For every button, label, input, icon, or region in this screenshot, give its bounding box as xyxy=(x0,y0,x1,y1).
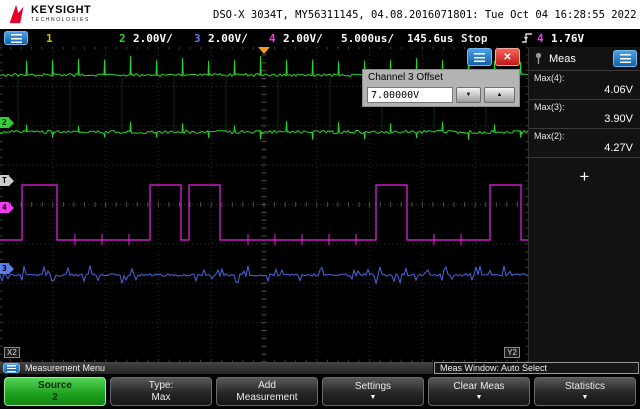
channel-bar: 1 2 2.00V/ 3 2.00V/ 4 2.00V/ 5.000us/ 14… xyxy=(0,29,640,47)
system-title: DSO-X 3034T, MY56311145, 04.08.201607180… xyxy=(213,9,637,21)
dialog-input-row: 7.00000V ▼ ▲ xyxy=(367,87,515,103)
trigger-source-label[interactable]: 4 xyxy=(537,32,544,45)
status-row: Measurement Menu Meas Window: Auto Selec… xyxy=(0,362,640,374)
channel2-marker-label: 2 xyxy=(0,117,9,128)
menu-title-menu-button[interactable] xyxy=(3,363,20,373)
sidebar-menu-button[interactable] xyxy=(613,50,637,67)
trigger-level-marker[interactable]: T xyxy=(0,175,14,186)
softkey-add-measurement[interactable]: Add Measurement xyxy=(216,377,318,406)
meas-window-indicator[interactable]: Meas Window: Auto Select xyxy=(434,362,639,374)
menu-title: Measurement Menu xyxy=(25,363,106,373)
softkey-source[interactable]: Source 2 xyxy=(4,377,106,406)
sidebar-header: Meas xyxy=(529,47,640,71)
keysight-logo xyxy=(9,4,24,24)
measurement-max4[interactable]: Max(4): 4.06V xyxy=(529,71,640,100)
add-measurement-button[interactable]: + xyxy=(529,167,640,187)
softkey-label: Measurement xyxy=(236,391,298,403)
top-bar: KEYSIGHT TECHNOLOGIES DSO-X 3034T, MY563… xyxy=(0,0,640,29)
dialog-body: Channel 3 Offset 7.00000V ▼ ▲ xyxy=(362,69,520,107)
marker-arrow-icon xyxy=(8,175,14,186)
run-state-indicator[interactable]: Stop xyxy=(461,32,488,45)
brand-name: KEYSIGHT xyxy=(31,4,92,16)
dialog-close-button[interactable]: ✕ xyxy=(495,48,520,66)
softkey-value: Max xyxy=(151,391,171,403)
measurement-label: Max(3): xyxy=(534,102,565,112)
channel3-scale[interactable]: 2.00V/ xyxy=(208,32,248,45)
softkey-clear-meas[interactable]: Clear Meas ▼ xyxy=(428,377,530,406)
channel4-marker-label: 4 xyxy=(0,202,9,213)
channel4-scale[interactable]: 2.00V/ xyxy=(283,32,323,45)
arrow-up-icon: ▲ xyxy=(496,92,503,98)
softkey-value: 2 xyxy=(52,391,58,403)
hamburger-icon xyxy=(10,33,22,43)
measurement-value: 3.90V xyxy=(604,113,633,125)
measurement-value: 4.27V xyxy=(604,142,633,154)
measurement-max2[interactable]: Max(2): 4.27V xyxy=(529,129,640,158)
main-menu-button[interactable] xyxy=(4,31,28,45)
arrow-down-icon: ▼ xyxy=(465,92,472,98)
close-icon: ✕ xyxy=(503,51,512,63)
delay-setting[interactable]: 145.6us xyxy=(407,32,453,45)
hamburger-icon xyxy=(619,54,631,63)
decrement-button[interactable]: ▼ xyxy=(456,87,481,103)
channel3-marker-label: 3 xyxy=(0,263,9,274)
softkey-settings[interactable]: Settings ▼ xyxy=(322,377,424,406)
channel2-ground-marker[interactable]: 2 xyxy=(0,117,14,128)
trigger-marker-label: T xyxy=(0,175,9,186)
marker-arrow-icon xyxy=(8,202,14,213)
down-arrow-icon: ▼ xyxy=(581,394,589,401)
pin-icon xyxy=(535,52,542,64)
marker-arrow-icon xyxy=(8,117,14,128)
softkey-label: Settings xyxy=(354,381,392,392)
dialog-menu-button[interactable] xyxy=(467,48,492,66)
y2-cursor-label[interactable]: Y2 xyxy=(504,347,520,358)
softkey-label: Add xyxy=(258,379,276,391)
timebase-setting[interactable]: 5.000us/ xyxy=(341,32,394,45)
oscilloscope-screen: KEYSIGHT TECHNOLOGIES DSO-X 3034T, MY563… xyxy=(0,0,640,409)
softkey-type[interactable]: Type: Max xyxy=(110,377,212,406)
down-arrow-icon: ▼ xyxy=(369,394,377,401)
softkey-label: Clear Meas xyxy=(453,381,505,392)
channel3-button[interactable]: 3 xyxy=(194,32,201,45)
softkey-statistics[interactable]: Statistics ▼ xyxy=(534,377,636,406)
down-arrow-icon: ▼ xyxy=(475,394,483,401)
measurement-value: 4.06V xyxy=(604,84,633,96)
channel4-ground-marker[interactable]: 4 xyxy=(0,202,14,213)
softkey-bar: Source 2 Type: Max Add Measurement Setti… xyxy=(0,374,640,409)
softkey-label: Source xyxy=(38,379,72,391)
softkey-label: Statistics xyxy=(564,381,605,392)
dialog-button-row: ✕ xyxy=(362,48,520,67)
measurement-label: Max(4): xyxy=(534,73,565,83)
channel2-scale[interactable]: 2.00V/ xyxy=(133,32,173,45)
hamburger-icon xyxy=(474,52,485,62)
sidebar-title: Meas xyxy=(549,52,576,65)
measurement-label: Max(2): xyxy=(534,131,565,141)
brand-sub: TECHNOLOGIES xyxy=(31,17,90,23)
marker-arrow-icon xyxy=(8,263,14,274)
offset-value-input[interactable]: 7.00000V xyxy=(367,87,453,103)
x2-cursor-label[interactable]: X2 xyxy=(4,347,20,358)
increment-button[interactable]: ▲ xyxy=(484,87,515,103)
channel-offset-dialog: ✕ Channel 3 Offset 7.00000V ▼ ▲ xyxy=(362,48,520,107)
channel1-button[interactable]: 1 xyxy=(46,32,53,45)
trigger-level-value[interactable]: 1.76V xyxy=(551,32,584,45)
channel3-ground-marker[interactable]: 3 xyxy=(0,263,14,274)
softkey-label: Type: xyxy=(148,379,174,391)
measurement-max3[interactable]: Max(3): 3.90V xyxy=(529,100,640,129)
hamburger-icon xyxy=(7,364,16,372)
channel2-button[interactable]: 2 xyxy=(119,32,126,45)
channel4-button[interactable]: 4 xyxy=(269,32,276,45)
dialog-title: Channel 3 Offset xyxy=(368,72,443,83)
brand-block: KEYSIGHT TECHNOLOGIES xyxy=(31,4,91,23)
meas-sidebar: Meas Max(4): 4.06V Max(3): 3.90V Max(2):… xyxy=(528,47,640,362)
menu-title-bar: Measurement Menu xyxy=(0,362,433,374)
trigger-edge-icon xyxy=(522,33,532,43)
